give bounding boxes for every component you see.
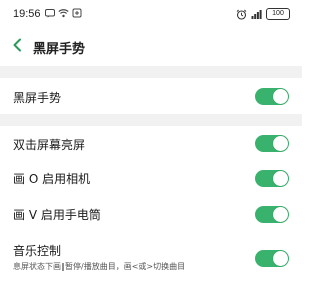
toggle-switch[interactable] <box>255 206 289 223</box>
status-bar: 19:56 100 <box>0 0 302 28</box>
section-divider <box>0 114 302 126</box>
signal-icon <box>251 10 262 19</box>
screen: 19:56 100 黑屏手势 黑屏手势 双击屏幕亮屏 画 O 启用相机 画 V … <box>0 0 302 285</box>
status-time: 19:56 <box>13 8 41 20</box>
setting-label: 音乐控制 <box>13 244 62 258</box>
toggle-knob <box>273 207 288 222</box>
app-header: 黑屏手势 <box>0 30 302 60</box>
status-left-icons <box>45 8 82 18</box>
setting-row-music-control[interactable]: 音乐控制 息屏状态下画‖暂停/播放曲目，画<或>切换曲目 <box>0 234 302 285</box>
section-divider <box>0 66 302 78</box>
alarm-icon <box>236 9 247 20</box>
toggle-switch[interactable] <box>255 170 289 187</box>
toggle-switch[interactable] <box>255 250 289 267</box>
toggle-switch[interactable] <box>255 135 289 152</box>
setting-row-gesture-master[interactable]: 黑屏手势 <box>0 78 302 114</box>
battery-indicator: 100 <box>266 8 290 20</box>
setting-label: 黑屏手势 <box>13 91 62 105</box>
wifi-icon <box>58 9 69 18</box>
chevron-left-icon <box>13 38 21 52</box>
back-button[interactable] <box>8 34 26 56</box>
setting-label: 画 O 启用相机 <box>13 172 91 186</box>
setting-row-draw-v-flashlight[interactable]: 画 V 启用手电筒 <box>0 198 302 234</box>
setting-description: 息屏状态下画‖暂停/播放曲目，画<或>切换曲目 <box>13 262 186 271</box>
setting-label: 双击屏幕亮屏 <box>13 138 86 152</box>
setting-row-draw-o-camera[interactable]: 画 O 启用相机 <box>0 162 302 198</box>
toggle-switch[interactable] <box>255 88 289 105</box>
toggle-knob <box>273 251 288 266</box>
toggle-knob <box>273 136 288 151</box>
setting-row-double-tap-wake[interactable]: 双击屏幕亮屏 <box>0 126 302 162</box>
setting-label: 画 V 启用手电筒 <box>13 208 101 222</box>
toggle-knob <box>273 171 288 186</box>
message-icon <box>45 9 55 18</box>
toggle-knob <box>273 89 288 104</box>
status-right-icons: 100 <box>236 8 290 20</box>
page-title: 黑屏手势 <box>33 42 86 57</box>
notification-icon <box>72 8 82 18</box>
